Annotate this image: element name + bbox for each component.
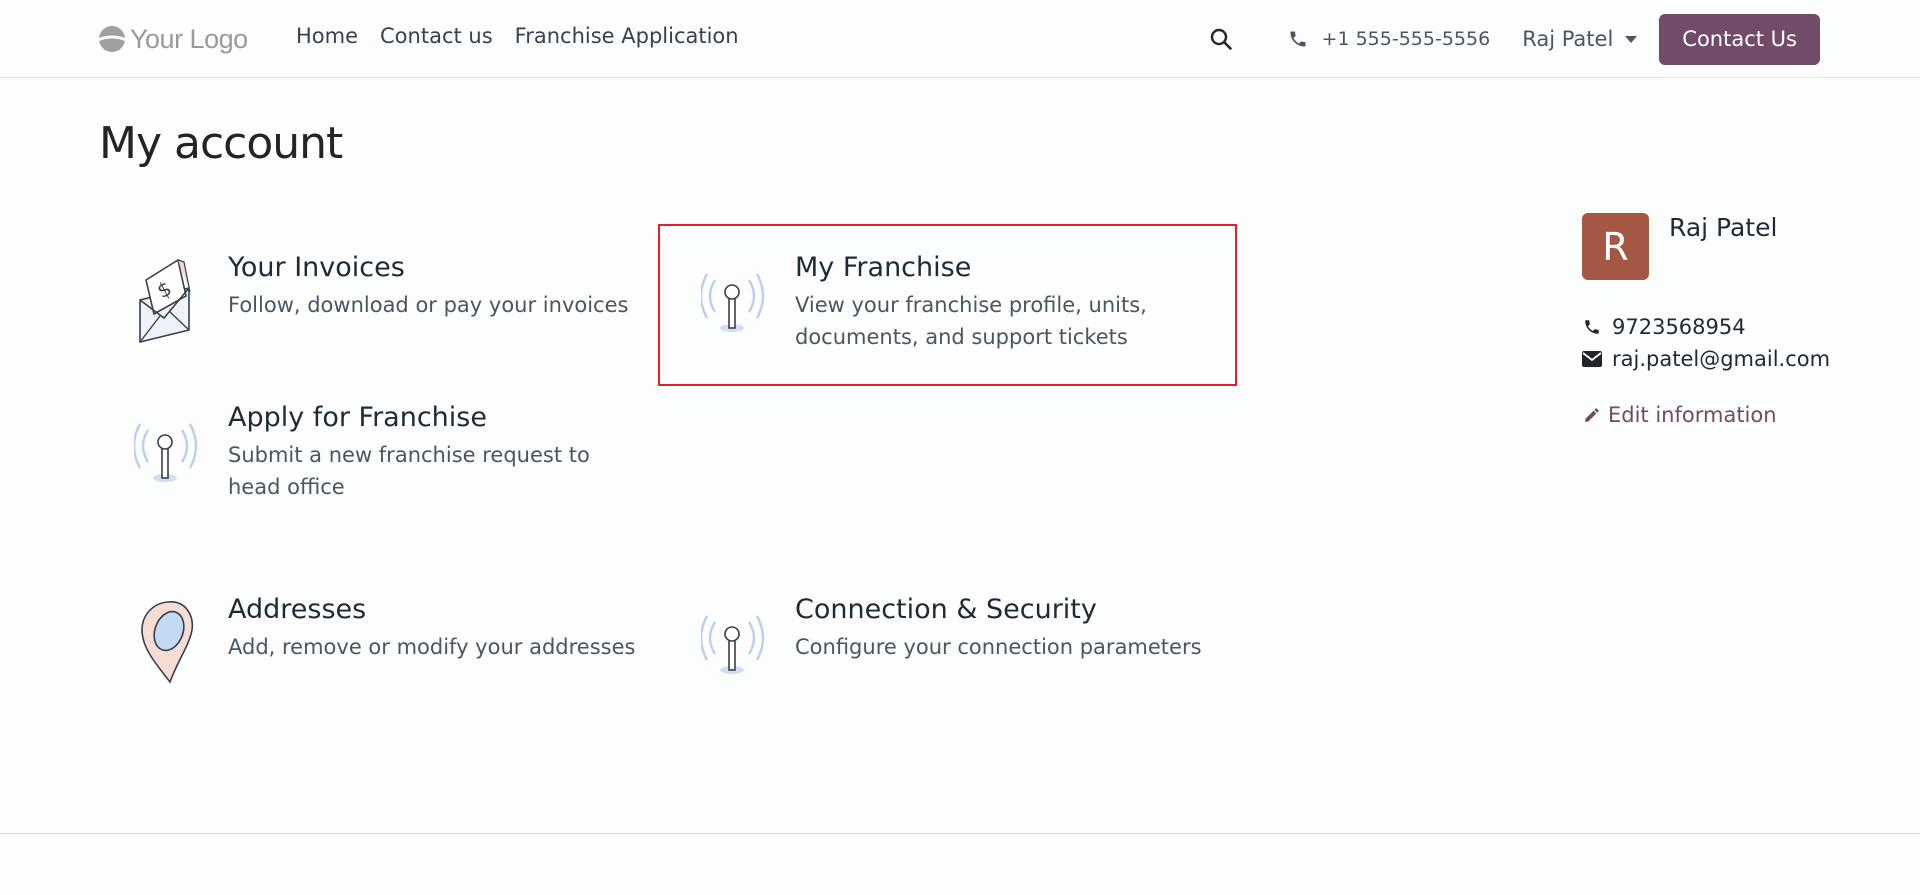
map-pin-icon [141, 601, 194, 684]
card-your-invoices[interactable]: $ Your Invoices Follow, download or pay … [134, 252, 654, 352]
envelope-icon [1582, 351, 1602, 367]
card-my-franchise[interactable]: My Franchise View your franchise profile… [701, 252, 1221, 353]
logo-icon [99, 26, 125, 52]
card-description: Submit a new franchise request to head o… [228, 443, 590, 499]
avatar: R [1582, 213, 1649, 280]
card-addresses[interactable]: Addresses Add, remove or modify your add… [134, 594, 654, 694]
nav-contact-us[interactable]: Contact us [380, 24, 493, 48]
antenna-icon [134, 423, 198, 482]
antenna-icon [701, 273, 765, 332]
profile-email-text: raj.patel@gmail.com [1612, 347, 1831, 371]
footer-divider [0, 833, 1920, 834]
card-title: My Franchise [795, 252, 972, 283]
page-title: My account [99, 118, 343, 169]
card-title: Apply for Franchise [228, 402, 487, 433]
edit-information-link[interactable]: Edit information [1582, 403, 1777, 427]
card-description: View your franchise profile, units, docu… [795, 293, 1147, 349]
logo-text: Your Logo [130, 23, 248, 54]
profile-phone: 9723568954 [1582, 315, 1746, 339]
profile-phone-text: 9723568954 [1612, 315, 1746, 339]
profile-email: raj.patel@gmail.com [1582, 347, 1830, 371]
chevron-down-icon [1625, 35, 1638, 43]
header-phone[interactable]: +1 555-555-5556 [1288, 28, 1491, 50]
antenna-icon [701, 615, 765, 674]
site-logo[interactable]: Your Logo [98, 22, 248, 56]
profile-panel: R Raj Patel 9723568954 raj.patel@gmail.c… [1582, 213, 1830, 427]
site-header: Your Logo Home Contact us Franchise Appl… [0, 0, 1920, 78]
card-description: Configure your connection parameters [795, 635, 1202, 659]
user-menu-dropdown[interactable]: Raj Patel [1522, 27, 1638, 51]
header-tools: +1 555-555-5556 Raj Patel Contact Us [1206, 13, 1820, 65]
main-nav: Home Contact us Franchise Application [296, 24, 761, 48]
nav-home[interactable]: Home [296, 24, 358, 48]
card-description: Add, remove or modify your addresses [228, 635, 636, 659]
card-description: Follow, download or pay your invoices [228, 293, 629, 317]
profile-name: Raj Patel [1669, 213, 1778, 242]
card-apply-for-franchise[interactable]: Apply for Franchise Submit a new franchi… [134, 402, 654, 503]
card-title: Your Invoices [228, 252, 405, 283]
contact-us-button[interactable]: Contact Us [1659, 13, 1820, 65]
card-title: Connection & Security [795, 594, 1097, 625]
search-button[interactable] [1206, 24, 1236, 54]
phone-icon [1585, 320, 1599, 334]
search-icon [1210, 28, 1232, 50]
invoice-envelope-icon: $ [139, 258, 191, 344]
card-connection-security[interactable]: Connection & Security Configure your con… [701, 594, 1221, 694]
pencil-icon [1585, 408, 1599, 422]
user-menu-name: Raj Patel [1522, 27, 1614, 51]
phone-icon [1290, 31, 1306, 47]
header-phone-text: +1 555-555-5556 [1321, 28, 1491, 50]
card-title: Addresses [228, 594, 367, 625]
nav-franchise-application[interactable]: Franchise Application [515, 24, 739, 48]
edit-information-label: Edit information [1608, 403, 1777, 427]
